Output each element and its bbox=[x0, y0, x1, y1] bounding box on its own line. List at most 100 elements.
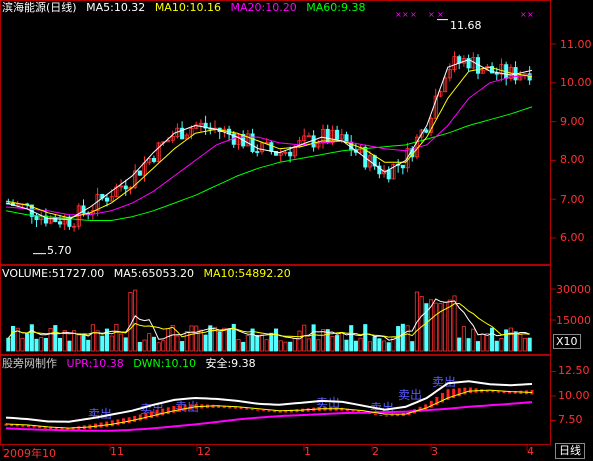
volume-bar bbox=[109, 335, 114, 352]
volume-bar bbox=[494, 340, 499, 352]
volume-bar bbox=[485, 333, 490, 352]
volume-bar bbox=[189, 325, 194, 352]
candle-body bbox=[137, 170, 142, 176]
indicator-bar bbox=[245, 408, 249, 410]
candle-body bbox=[104, 197, 110, 202]
upr-line bbox=[5, 380, 533, 423]
signal-marker: × bbox=[520, 10, 527, 19]
indicator-bar bbox=[133, 416, 137, 422]
volume-bar bbox=[419, 296, 424, 352]
volume-bar bbox=[133, 289, 138, 352]
candle-body bbox=[335, 129, 340, 140]
indicator-bar bbox=[250, 408, 254, 411]
volume-bar bbox=[499, 338, 504, 352]
indicator-bar bbox=[149, 411, 153, 419]
volume-bar bbox=[25, 333, 30, 352]
volume-bar bbox=[358, 337, 363, 352]
volume-bar bbox=[86, 339, 91, 352]
volume-bar bbox=[490, 327, 495, 352]
volume-bar bbox=[405, 325, 410, 352]
volume-bar bbox=[377, 338, 382, 352]
volume-bar bbox=[335, 335, 340, 352]
volume-bar bbox=[504, 329, 509, 352]
volume-bar bbox=[175, 335, 180, 352]
indicator-bar bbox=[172, 406, 176, 413]
volume-bar bbox=[119, 333, 124, 352]
volume-bar bbox=[316, 339, 321, 352]
volume-bar bbox=[367, 341, 373, 352]
volume-bar bbox=[344, 339, 349, 352]
candle-body bbox=[123, 185, 128, 190]
volume-bar bbox=[522, 337, 527, 352]
volume-bar bbox=[339, 332, 344, 352]
ma60-line bbox=[5, 106, 533, 221]
signal-marker: × bbox=[410, 10, 417, 19]
volume-bar bbox=[11, 325, 16, 352]
indicator-bar bbox=[122, 418, 126, 425]
volume-bar bbox=[90, 324, 95, 352]
indicator-bar bbox=[43, 427, 47, 429]
volume-bar bbox=[400, 323, 405, 352]
candle-body bbox=[151, 158, 156, 162]
candle-body bbox=[269, 142, 274, 152]
indicator-bar bbox=[183, 404, 187, 411]
candle-body bbox=[255, 151, 260, 153]
volume-bar bbox=[222, 327, 227, 352]
volume-bar bbox=[39, 337, 44, 352]
volume-bar bbox=[396, 326, 401, 352]
volume-bar bbox=[208, 325, 213, 352]
volume-bar bbox=[297, 330, 302, 352]
indicator-bar bbox=[401, 413, 405, 417]
volume-bar bbox=[508, 327, 513, 352]
candle-body bbox=[386, 169, 391, 180]
volume-bar bbox=[57, 337, 63, 352]
indicator-bar bbox=[38, 426, 42, 429]
indicator-bar bbox=[105, 421, 109, 427]
candle-body bbox=[57, 221, 63, 225]
volume-bar bbox=[302, 324, 307, 352]
volume-bar bbox=[278, 340, 283, 352]
volume-bar bbox=[311, 324, 316, 352]
volume-bar bbox=[114, 323, 119, 352]
volume-bar bbox=[151, 336, 156, 352]
volume-bar bbox=[217, 332, 222, 352]
signal-marker: × bbox=[395, 10, 402, 19]
indicator-bar bbox=[127, 417, 131, 424]
volume-bar bbox=[245, 335, 250, 352]
volume-bar bbox=[480, 333, 485, 352]
volume-bar bbox=[250, 328, 255, 352]
signal-marker: × bbox=[402, 10, 409, 19]
volume-bar bbox=[288, 341, 293, 352]
candle-body bbox=[400, 164, 405, 169]
indicator-bar bbox=[373, 413, 377, 415]
volume-bar bbox=[283, 341, 288, 352]
indicator-bar bbox=[144, 412, 148, 420]
indicator-bar bbox=[385, 415, 389, 417]
volume-bar bbox=[67, 340, 72, 352]
volume-bar bbox=[76, 333, 81, 352]
volume-bar bbox=[410, 341, 415, 352]
indicator-bar bbox=[155, 409, 159, 417]
signal-marker: × bbox=[437, 10, 444, 19]
chart-canvas[interactable]: × × × × × × × bbox=[0, 0, 593, 459]
volume-bar bbox=[20, 337, 25, 352]
volume-bar bbox=[194, 325, 199, 352]
volume-bar bbox=[43, 338, 48, 352]
indicator-bar bbox=[273, 410, 277, 413]
volume-bar bbox=[123, 337, 128, 352]
candle-body bbox=[34, 216, 39, 221]
volume-bar bbox=[184, 331, 189, 352]
candle-body bbox=[250, 133, 255, 152]
indicator-bar bbox=[463, 387, 467, 395]
volume-bar bbox=[241, 341, 246, 352]
volume-bar bbox=[527, 337, 532, 352]
volume-bar bbox=[471, 328, 476, 352]
volume-bar bbox=[165, 328, 171, 352]
volume-bar bbox=[466, 338, 471, 352]
volume-bar bbox=[227, 328, 232, 352]
volume-bar bbox=[274, 328, 279, 352]
ma10-line bbox=[5, 66, 533, 219]
indicator-bar bbox=[379, 415, 383, 417]
volume-bar bbox=[95, 330, 100, 352]
volume-bar bbox=[137, 341, 142, 352]
